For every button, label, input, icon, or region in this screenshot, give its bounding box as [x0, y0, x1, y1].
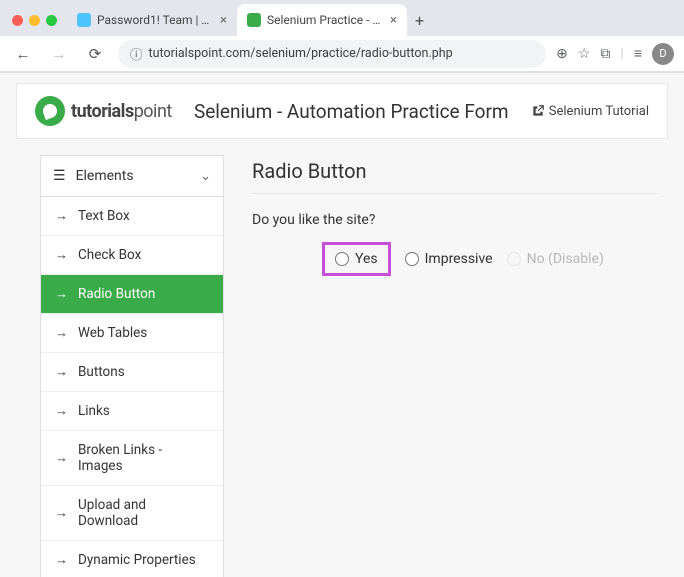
- browser-tab[interactable]: Selenium Practice - Radio Bu ×: [237, 4, 407, 36]
- radio-question: Do you like the site?: [252, 212, 658, 228]
- radio-input[interactable]: [335, 252, 349, 266]
- sidebar-item-label: Check Box: [78, 247, 141, 263]
- browser-toolbar: ← → ⟳ ⓘ tutorialspoint.com/selenium/prac…: [0, 36, 684, 72]
- arrow-right-icon: →: [55, 286, 68, 302]
- sidebar: ☰ Elements ⌄ → Text Box → Check Box → Radio B…: [40, 155, 224, 577]
- favicon-icon: [247, 13, 261, 27]
- page-title: Selenium - Automation Practice Form: [190, 100, 513, 123]
- reading-list-icon[interactable]: ≡: [634, 45, 642, 62]
- minimize-window-button[interactable]: [29, 15, 40, 26]
- browser-chrome: Password1! Team | Test Resu × Selenium P…: [0, 0, 684, 73]
- site-info-icon[interactable]: ⓘ: [130, 44, 143, 63]
- back-button[interactable]: ←: [10, 45, 36, 63]
- sidebar-item[interactable]: → Radio Button: [41, 275, 223, 314]
- arrow-right-icon: →: [55, 208, 68, 224]
- radio-input[interactable]: [405, 252, 419, 266]
- window-controls: [12, 15, 57, 26]
- close-tab-icon[interactable]: ×: [390, 13, 397, 28]
- sidebar-item-label: Buttons: [78, 364, 125, 380]
- sidebar-item-label: Broken Links - Images: [78, 442, 209, 474]
- sidebar-section-elements[interactable]: ☰ Elements ⌄: [41, 156, 223, 197]
- radio-input: [507, 252, 521, 266]
- sidebar-item-label: Links: [78, 403, 110, 419]
- arrow-right-icon: →: [55, 505, 68, 521]
- forward-button[interactable]: →: [46, 45, 72, 63]
- divider: |: [620, 46, 623, 62]
- sidebar-items-list: → Text Box → Check Box → Radio Button → Web Tab…: [41, 197, 223, 577]
- browser-tab[interactable]: Password1! Team | Test Resu ×: [67, 4, 237, 36]
- radio-option[interactable]: Yes: [322, 242, 391, 276]
- address-bar[interactable]: ⓘ tutorialspoint.com/selenium/practice/r…: [118, 40, 546, 68]
- selenium-tutorial-link[interactable]: Selenium Tutorial: [531, 104, 649, 119]
- menu-icon: ☰: [53, 168, 66, 184]
- sidebar-item[interactable]: → Links: [41, 392, 223, 431]
- extensions-icon[interactable]: ⧉: [600, 46, 610, 62]
- url-text: tutorialspoint.com/selenium/practice/rad…: [149, 46, 453, 61]
- arrow-right-icon: →: [55, 247, 68, 263]
- arrow-right-icon: →: [55, 403, 68, 419]
- main-content: Radio Button Do you like the site? Yes Im…: [242, 155, 668, 577]
- maximize-window-button[interactable]: [46, 15, 57, 26]
- tab-title: Password1! Team | Test Resu: [97, 13, 214, 27]
- sidebar-item[interactable]: → Check Box: [41, 236, 223, 275]
- radio-label: Yes: [355, 251, 378, 267]
- sidebar-item-label: Upload and Download: [78, 497, 209, 529]
- page-viewport: tutorialspoint Selenium - Automation Pra…: [0, 73, 684, 577]
- sidebar-item-label: Dynamic Properties: [78, 552, 196, 568]
- sidebar-section-label: Elements: [76, 168, 134, 184]
- close-window-button[interactable]: [12, 15, 23, 26]
- sidebar-item-label: Radio Button: [78, 286, 155, 302]
- sidebar-item-label: Web Tables: [78, 325, 147, 341]
- radio-group: Yes Impressive No (Disable): [252, 242, 658, 276]
- sidebar-item-label: Text Box: [78, 208, 130, 224]
- arrow-right-icon: →: [55, 552, 68, 568]
- tab-title: Selenium Practice - Radio Bu: [267, 13, 384, 27]
- sidebar-item[interactable]: → Broken Links - Images: [41, 431, 223, 486]
- sidebar-item[interactable]: → Text Box: [41, 197, 223, 236]
- content-heading: Radio Button: [252, 159, 658, 194]
- chevron-down-icon: ⌄: [200, 169, 211, 184]
- radio-option: No (Disable): [507, 251, 604, 267]
- reload-button[interactable]: ⟳: [82, 45, 108, 63]
- sidebar-item[interactable]: → Buttons: [41, 353, 223, 392]
- site-logo[interactable]: tutorialspoint: [35, 96, 172, 126]
- favicon-icon: [77, 13, 91, 27]
- site-header: tutorialspoint Selenium - Automation Pra…: [16, 83, 668, 139]
- radio-option[interactable]: Impressive: [405, 251, 493, 267]
- zoom-icon[interactable]: ⊕: [556, 46, 568, 62]
- sidebar-item[interactable]: → Web Tables: [41, 314, 223, 353]
- new-tab-button[interactable]: +: [407, 11, 432, 30]
- radio-label: Impressive: [425, 251, 493, 267]
- sidebar-item[interactable]: → Dynamic Properties: [41, 541, 223, 577]
- sidebar-item[interactable]: → Upload and Download: [41, 486, 223, 541]
- profile-avatar[interactable]: D: [652, 43, 674, 65]
- arrow-right-icon: →: [55, 364, 68, 380]
- arrow-right-icon: →: [55, 325, 68, 341]
- tab-strip: Password1! Team | Test Resu × Selenium P…: [0, 0, 684, 36]
- bookmark-icon[interactable]: ☆: [578, 46, 591, 62]
- external-link-icon: [531, 104, 545, 118]
- radio-label: No (Disable): [527, 251, 604, 267]
- logo-mark-icon: [35, 96, 65, 126]
- close-tab-icon[interactable]: ×: [220, 13, 227, 28]
- arrow-right-icon: →: [55, 450, 68, 466]
- logo-text: tutorialspoint: [71, 101, 172, 122]
